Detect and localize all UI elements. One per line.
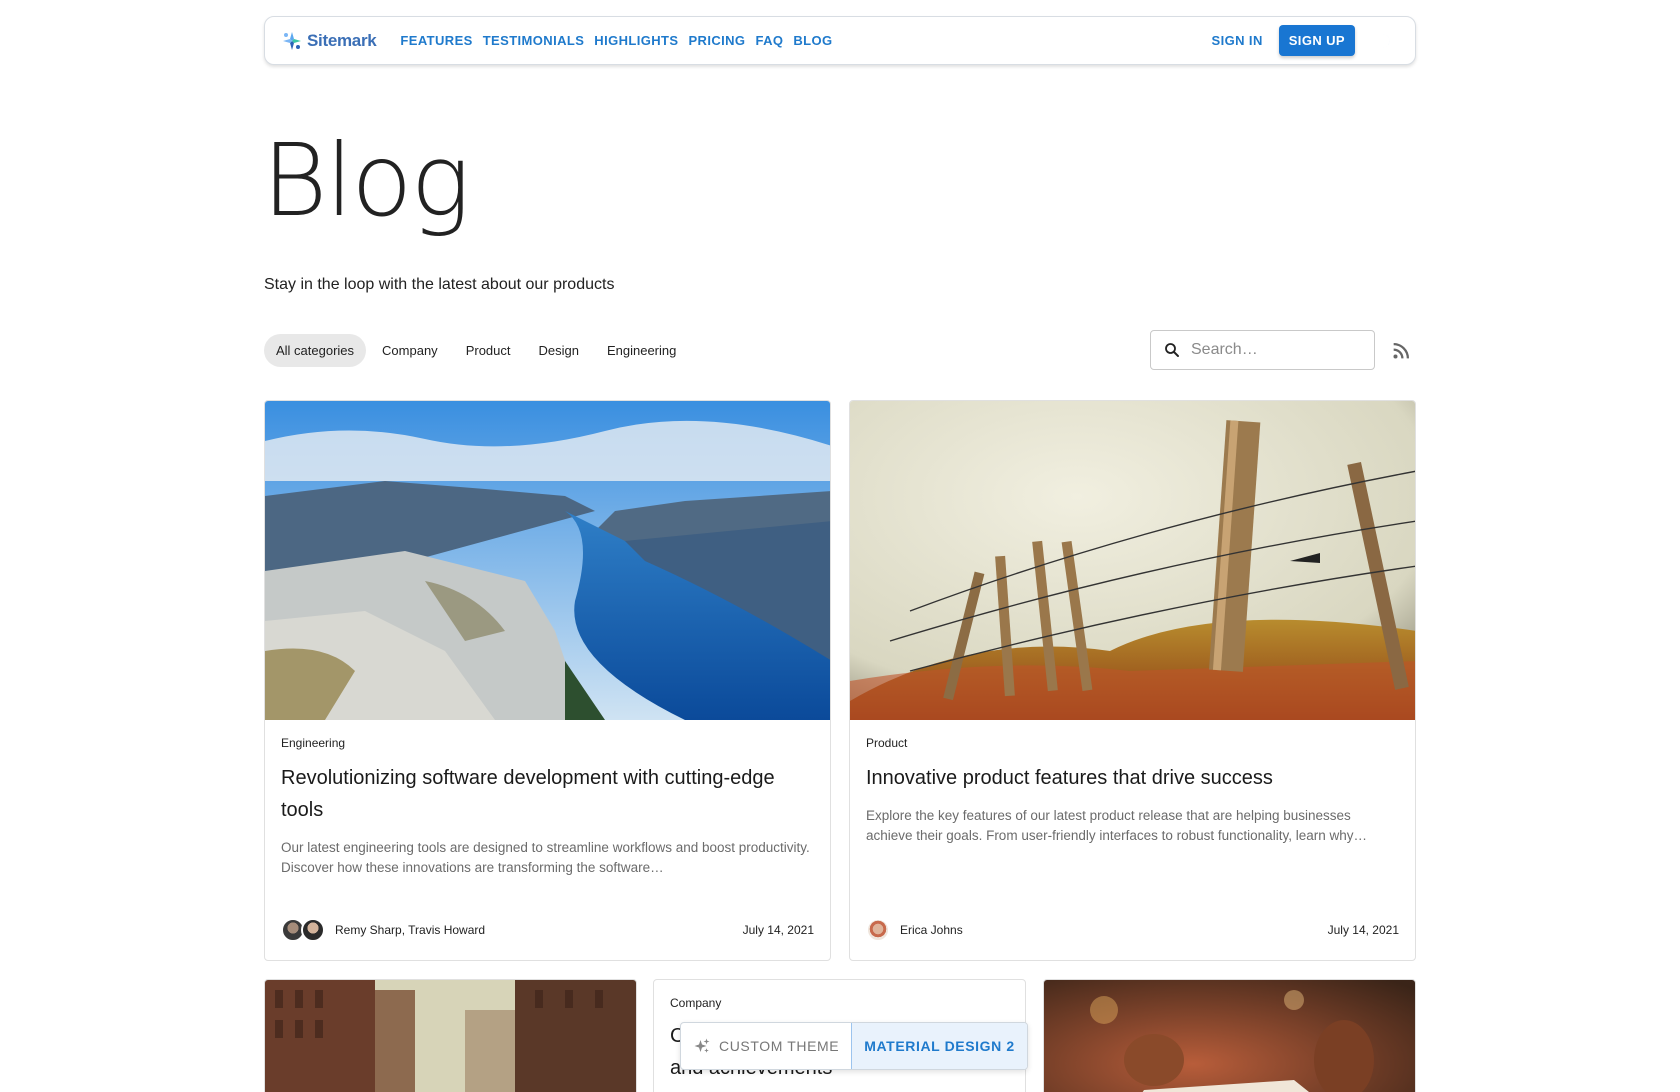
material-design-2-button[interactable]: MATERIAL DESIGN 2 xyxy=(851,1023,1027,1069)
nav-link-faq[interactable]: FAQ xyxy=(755,33,783,48)
card-date: July 14, 2021 xyxy=(1327,923,1399,937)
sitemark-logo-icon xyxy=(283,31,301,50)
category-filters: All categories Company Product Design En… xyxy=(264,334,688,367)
chip-company[interactable]: Company xyxy=(370,334,450,367)
blog-card[interactable] xyxy=(264,979,637,1092)
page-title: Blog xyxy=(262,122,470,239)
material-design-2-label: MATERIAL DESIGN 2 xyxy=(864,1038,1015,1054)
card-authors: Remy Sharp, Travis Howard xyxy=(335,923,486,937)
chip-product[interactable]: Product xyxy=(454,334,523,367)
dark-mode-toggle[interactable] xyxy=(1371,27,1399,55)
blog-card[interactable]: Product Innovative product features that… xyxy=(849,400,1416,961)
card-title: Revolutionizing software development wit… xyxy=(281,767,775,821)
sparkle-icon xyxy=(694,1038,710,1053)
page-subtitle: Stay in the loop with the latest about o… xyxy=(264,276,615,293)
nav-links: FEATURES TESTIMONIALS HIGHLIGHTS PRICING… xyxy=(400,33,832,48)
fence-field-image xyxy=(850,401,1415,720)
sign-in-button[interactable]: SIGN IN xyxy=(1212,33,1263,48)
card-authors: Erica Johns xyxy=(900,923,963,937)
card-footer: Remy Sharp, Travis Howard July 14, 2021 xyxy=(281,918,814,942)
moon-icon xyxy=(1382,33,1390,48)
custom-theme-label: CUSTOM THEME xyxy=(719,1038,840,1054)
nav-link-highlights[interactable]: HIGHLIGHTS xyxy=(594,33,678,48)
nav-link-features[interactable]: FEATURES xyxy=(400,33,472,48)
sign-up-button[interactable]: SIGN UP xyxy=(1278,25,1355,56)
avatar xyxy=(866,918,890,942)
custom-theme-button[interactable]: CUSTOM THEME xyxy=(681,1023,851,1069)
card-category: Company xyxy=(670,996,722,1010)
nav-link-blog[interactable]: BLOG xyxy=(793,33,832,48)
avatar xyxy=(301,918,325,942)
nav-link-testimonials[interactable]: TESTIMONIALS xyxy=(483,33,585,48)
blog-card[interactable]: Engineering Revolutionizing software dev… xyxy=(264,400,831,961)
nav-actions: SIGN IN SIGN UP xyxy=(1212,25,1399,56)
card-title: Innovative product features that drive s… xyxy=(866,767,1273,789)
rss-feed-button[interactable] xyxy=(1390,340,1412,362)
card-footer: Erica Johns July 14, 2021 xyxy=(866,918,1399,942)
theme-switcher: CUSTOM THEME MATERIAL DESIGN 2 xyxy=(680,1022,1028,1070)
sitemark-logo[interactable]: Sitemark xyxy=(281,30,377,52)
author-avatars xyxy=(281,918,325,942)
search-box[interactable] xyxy=(1150,330,1375,370)
card-description: Our latest engineering tools are designe… xyxy=(281,840,810,875)
sitemark-logo-text: Sitemark xyxy=(307,30,377,50)
chip-engineering[interactable]: Engineering xyxy=(595,334,688,367)
chip-all-categories[interactable]: All categories xyxy=(264,334,367,367)
card-description: Explore the key features of our latest p… xyxy=(866,808,1367,843)
author-avatars xyxy=(866,918,890,942)
search-icon xyxy=(1165,343,1179,357)
cafe-book-image xyxy=(1044,980,1415,1092)
street-buildings-image xyxy=(265,980,636,1092)
fjord-cliff-image xyxy=(265,401,830,720)
blog-card[interactable] xyxy=(1043,979,1416,1092)
top-navbar: Sitemark FEATURES TESTIMONIALS HIGHLIGHT… xyxy=(264,16,1416,65)
card-category: Engineering xyxy=(281,736,346,750)
rss-icon xyxy=(1393,342,1410,359)
card-date: July 14, 2021 xyxy=(742,923,814,937)
nav-link-pricing[interactable]: PRICING xyxy=(688,33,745,48)
card-category: Product xyxy=(866,736,908,750)
chip-design[interactable]: Design xyxy=(527,334,591,367)
search-input[interactable] xyxy=(1191,341,1351,359)
